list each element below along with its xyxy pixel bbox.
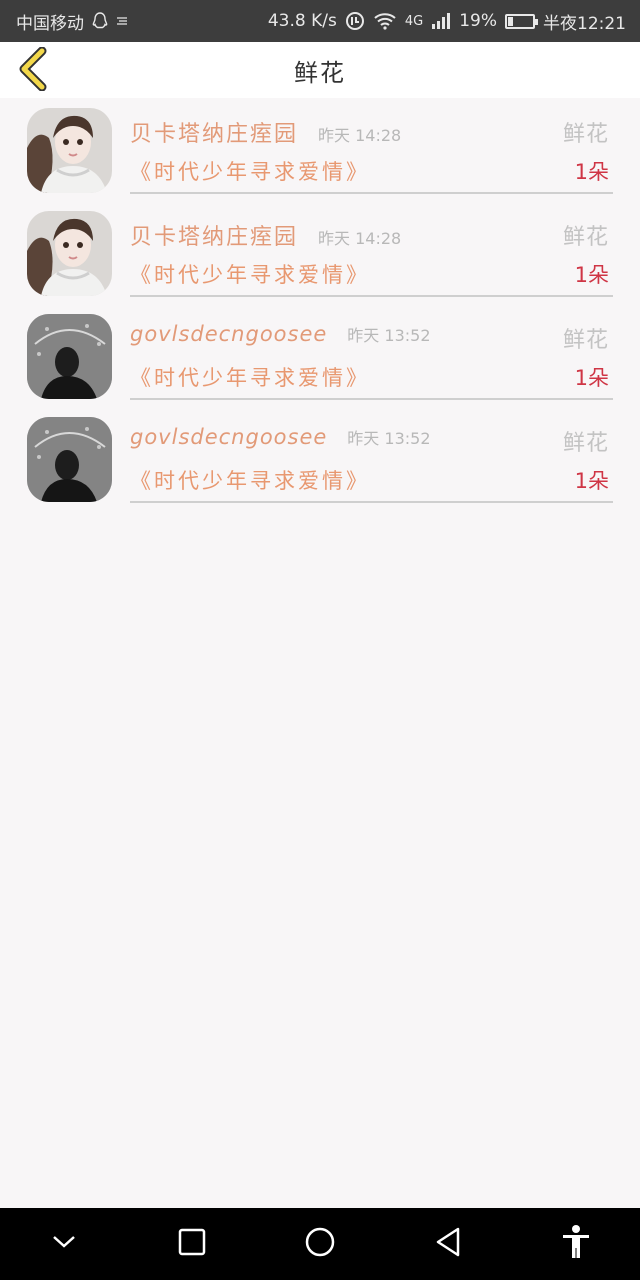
avatar[interactable] <box>27 314 112 399</box>
gift-type: 鲜花 <box>562 122 609 147</box>
avatar[interactable] <box>27 108 112 193</box>
gift-quantity: 1朵 <box>574 366 609 390</box>
page-title: 鲜花 <box>294 58 346 87</box>
item-content: 贝卡塔纳庄痓园 昨天 14:28 鲜花 《时代少年寻求爱情》 1朵 <box>130 201 613 297</box>
clock: 半夜12:21 <box>543 13 626 34</box>
sender-name[interactable]: 贝卡塔纳庄痓园 <box>130 219 298 251</box>
timestamp: 昨天 13:52 <box>347 326 431 345</box>
network-speed: 43.8 K/s <box>267 11 337 31</box>
gift-type: 鲜花 <box>562 328 609 353</box>
app-header: 鲜花 <box>0 42 640 98</box>
book-title[interactable]: 《时代少年寻求爱情》 <box>130 263 370 287</box>
avatar[interactable] <box>27 211 112 296</box>
gift-record-list: 贝卡塔纳庄痓园 昨天 14:28 鲜花 《时代少年寻求爱情》 1朵 贝卡塔纳庄痓… <box>0 98 640 510</box>
gift-type: 鲜花 <box>562 225 609 250</box>
battery-icon <box>505 13 538 29</box>
item-content: 贝卡塔纳庄痓园 昨天 14:28 鲜花 《时代少年寻求爱情》 1朵 <box>130 98 613 194</box>
chevron-left-icon <box>18 46 50 95</box>
accessibility-icon <box>560 1224 592 1264</box>
list-item[interactable]: govlsdecngoosee 昨天 13:52 鲜花 《时代少年寻求爱情》 1… <box>0 304 640 407</box>
back-nav-button[interactable] <box>418 1214 478 1274</box>
sender-name[interactable]: govlsdecngoosee <box>130 322 327 346</box>
book-title[interactable]: 《时代少年寻求爱情》 <box>130 469 370 493</box>
system-nav-bar <box>0 1208 640 1280</box>
item-content: govlsdecngoosee 昨天 13:52 鲜花 《时代少年寻求爱情》 1… <box>130 304 613 400</box>
accessibility-button[interactable] <box>546 1214 606 1274</box>
list-item[interactable]: 贝卡塔纳庄痓园 昨天 14:28 鲜花 《时代少年寻求爱情》 1朵 <box>0 98 640 201</box>
recents-button[interactable] <box>162 1214 222 1274</box>
square-icon <box>177 1227 207 1261</box>
item-content: govlsdecngoosee 昨天 13:52 鲜花 《时代少年寻求爱情》 1… <box>130 407 613 503</box>
gift-quantity: 1朵 <box>574 469 609 493</box>
carrier-label: 中国移动 <box>16 13 84 34</box>
battery-percent: 19% <box>459 11 497 31</box>
sender-name[interactable]: 贝卡塔纳庄痓园 <box>130 116 298 148</box>
chevron-down-icon <box>51 1234 77 1254</box>
hide-nav-button[interactable] <box>34 1214 94 1274</box>
wifi-icon <box>373 12 397 30</box>
back-button[interactable] <box>14 46 54 95</box>
status-bar: 中国移动 43.8 K/s 4G 19% 半夜12:21 <box>0 0 640 42</box>
book-title[interactable]: 《时代少年寻求爱情》 <box>130 160 370 184</box>
timestamp: 昨天 14:28 <box>318 126 402 145</box>
book-title[interactable]: 《时代少年寻求爱情》 <box>130 366 370 390</box>
timestamp: 昨天 13:52 <box>347 429 431 448</box>
circle-icon <box>304 1226 336 1262</box>
gift-quantity: 1朵 <box>574 160 609 184</box>
list-item[interactable]: govlsdecngoosee 昨天 13:52 鲜花 《时代少年寻求爱情》 1… <box>0 407 640 510</box>
avatar[interactable] <box>27 417 112 502</box>
home-button[interactable] <box>290 1214 350 1274</box>
gift-quantity: 1朵 <box>574 263 609 287</box>
network-type: 4G <box>404 13 424 29</box>
timestamp: 昨天 14:28 <box>318 229 402 248</box>
signal-icon <box>431 12 451 30</box>
qq-icon <box>92 12 108 30</box>
triangle-back-icon <box>433 1226 463 1262</box>
list-item[interactable]: 贝卡塔纳庄痓园 昨天 14:28 鲜花 《时代少年寻求爱情》 1朵 <box>0 201 640 304</box>
hd-call-icon <box>345 11 365 31</box>
notification-icon <box>116 15 128 27</box>
gift-type: 鲜花 <box>562 431 609 456</box>
sender-name[interactable]: govlsdecngoosee <box>130 425 327 449</box>
